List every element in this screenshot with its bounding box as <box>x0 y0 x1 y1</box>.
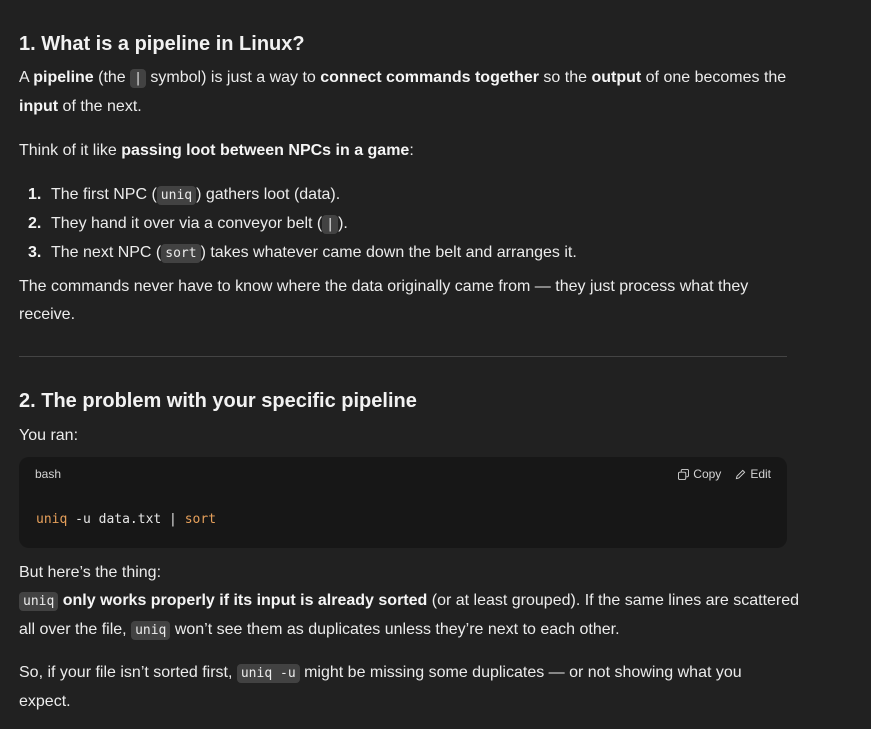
code-language-label: bash <box>35 467 62 481</box>
list-item: 3. The next NPC (sort) takes whatever ca… <box>28 244 577 263</box>
inline-code-uniq: uniq <box>19 592 59 611</box>
code-content: uniq -u data.txt | sort <box>36 512 217 527</box>
inline-code-uniq: uniq <box>131 621 171 640</box>
list-item: 2. They hand it over via a conveyor belt… <box>28 215 348 234</box>
sorted-warning: So, if your file isn’t sorted first, uni… <box>19 664 742 710</box>
section2-heading: 2. The problem with your specific pipeli… <box>19 390 417 412</box>
inline-code: uniq <box>156 186 197 205</box>
list-item: 1. The first NPC (uniq) gathers loot (da… <box>28 186 341 205</box>
npc-steps-list: 1. The first NPC (uniq) gathers loot (da… <box>19 181 577 268</box>
copy-icon <box>678 468 690 480</box>
code-block: bash Copy Edit uniq -u data.txt | sort <box>19 457 787 548</box>
pencil-icon <box>736 469 746 479</box>
section-divider <box>19 356 787 357</box>
heres-the-thing: But here’s the thing: <box>19 564 162 581</box>
copy-button[interactable]: Copy <box>678 467 721 481</box>
you-ran-label: You ran: <box>19 427 79 444</box>
edit-button[interactable]: Edit <box>735 467 771 481</box>
inline-code: | <box>322 215 339 234</box>
inline-code: sort <box>161 244 201 263</box>
copy-label: Copy <box>693 467 722 481</box>
uniq-explanation: uniq only works properly if its input is… <box>19 592 800 640</box>
inline-code-pipe: | <box>130 69 146 88</box>
pipeline-definition: A pipeline (the | symbol) is just a way … <box>19 69 787 115</box>
section1-heading: 1. What is a pipeline in Linux? <box>19 33 305 55</box>
analogy-paragraph: Think of it like passing loot between NP… <box>19 142 414 159</box>
commands-explanation: The commands never have to know where th… <box>19 278 749 323</box>
edit-label: Edit <box>750 467 771 481</box>
inline-code-uniq-u: uniq -u <box>236 664 300 683</box>
code-actions: Copy Edit <box>678 467 771 481</box>
